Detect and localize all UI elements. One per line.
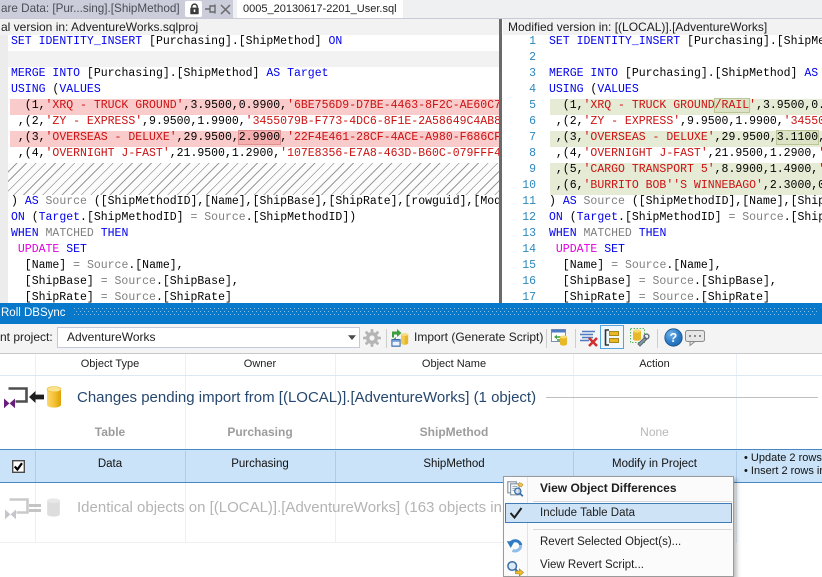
svg-text:?: ? — [670, 331, 678, 345]
